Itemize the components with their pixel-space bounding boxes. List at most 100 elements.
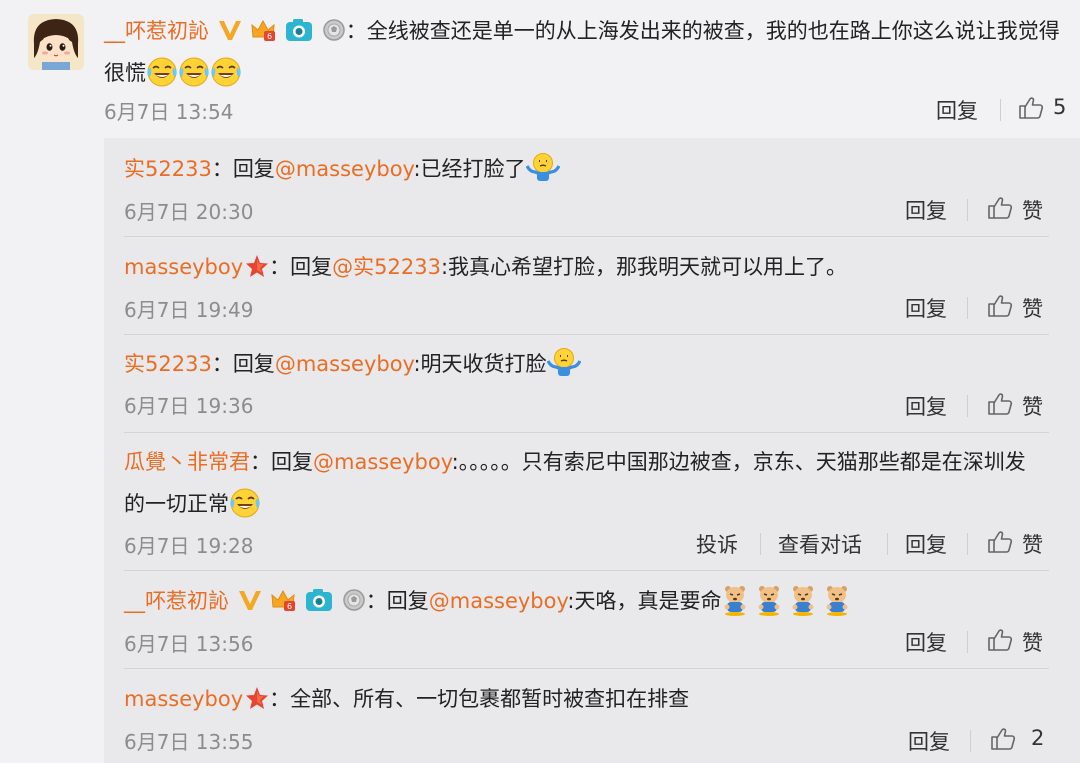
like-count[interactable]: 5 <box>1053 95 1066 119</box>
reply-button[interactable]: 回复 <box>905 627 947 657</box>
reply-prefix: 回复 <box>386 589 429 613</box>
reply-username[interactable]: __吥惹初訫 <box>124 589 229 613</box>
like-button[interactable]: 赞 <box>1022 391 1043 421</box>
divider <box>967 533 968 555</box>
view-conversation-button[interactable]: 查看对话 <box>778 529 862 559</box>
reply-time: 6月7日 13:55 <box>124 730 254 754</box>
reply-button[interactable]: 回复 <box>905 293 947 323</box>
replies-panel: 实52233：回复@masseyboy:已经打脸了 6月7日 20:30 回复 … <box>104 138 1080 763</box>
divider <box>970 730 971 752</box>
reply-text: __吥惹初訫 ：回复@masseyboy:天咯，真是要命 <box>124 580 1044 622</box>
reply-button[interactable]: 回复 <box>905 529 947 559</box>
avatar[interactable] <box>28 14 84 70</box>
reply-time: 6月7日 19:28 <box>124 534 254 558</box>
mention-link[interactable]: @实52233 <box>332 255 441 279</box>
like-thumb-icon[interactable] <box>987 196 1013 220</box>
like-thumb-icon[interactable] <box>1018 96 1044 120</box>
reply-prefix: 回复 <box>271 450 313 474</box>
like-button[interactable]: 赞 <box>1022 529 1043 559</box>
like-thumb-icon[interactable] <box>987 392 1013 416</box>
comment-thread: __吥惹初訫 ：全线被查还是单一的从上海发出来的被查，我的也在路上你这么说让我觉… <box>0 0 1080 763</box>
crown-level-icon[interactable] <box>250 18 276 42</box>
reply-text: masseyboy ：回复@实52233:我真心希望打脸，那我明天就可以用上了。 <box>124 246 1044 288</box>
reply-button[interactable]: 回复 <box>905 391 947 421</box>
laugh-cry-emoji-icon <box>146 56 178 88</box>
laugh-cry-emoji-icon <box>178 56 210 88</box>
like-thumb-icon[interactable] <box>987 530 1013 554</box>
vip-icon[interactable] <box>218 19 242 41</box>
mention-link[interactable]: @masseyboy <box>313 450 452 474</box>
like-thumb-icon[interactable] <box>987 294 1013 318</box>
divider <box>1000 99 1001 121</box>
reply-time: 6月7日 19:49 <box>124 298 254 322</box>
reply-text: 实52233：回复@masseyboy:已经打脸了 <box>124 148 1044 190</box>
separator-colon: ： <box>211 157 233 181</box>
divider-line <box>124 668 1049 669</box>
star-icon[interactable] <box>245 254 269 278</box>
shrug-emoji-icon <box>547 347 581 379</box>
reply-body: :已经打脸了 <box>413 157 526 181</box>
mention-link[interactable]: @masseyboy <box>429 589 568 613</box>
top-comment-text: __吥惹初訫 ：全线被查还是单一的从上海发出来的被查，我的也在路上你这么说让我觉… <box>104 10 1074 94</box>
camera-icon[interactable] <box>305 588 333 612</box>
separator-colon: ： <box>211 352 233 376</box>
report-button[interactable]: 投诉 <box>696 529 738 559</box>
like-count[interactable]: 2 <box>1031 726 1044 750</box>
like-button[interactable]: 赞 <box>1022 627 1043 657</box>
sad-bear-emoji-icon <box>789 584 817 616</box>
divider <box>967 199 968 221</box>
mention-link[interactable]: @masseyboy <box>275 352 414 376</box>
medal-icon[interactable] <box>342 588 366 612</box>
like-button[interactable]: 赞 <box>1022 293 1043 323</box>
reply-button[interactable]: 回复 <box>905 195 947 225</box>
reply-text: 瓜覺丶非常君：回复@masseyboy:。。。。。只有索尼中国那边被查，京东、天… <box>124 441 1044 525</box>
like-thumb-icon[interactable] <box>987 628 1013 652</box>
reply-time: 6月7日 19:36 <box>124 394 254 418</box>
reply-username[interactable]: masseyboy <box>124 255 243 279</box>
sad-bear-emoji-icon <box>755 584 783 616</box>
reply-prefix: 回复 <box>232 352 275 376</box>
camera-icon[interactable] <box>285 18 313 42</box>
divider-line <box>124 432 1049 433</box>
top-comment-body: 全线被查还是单一的从上海发出来的被查，我的也在路上你这么说让我觉得很慌 <box>104 19 1060 85</box>
divider-line <box>124 570 1049 571</box>
reply-username[interactable]: masseyboy <box>124 687 243 711</box>
top-comment-username[interactable]: __吥惹初訫 <box>104 19 209 43</box>
reply-body: :我真心希望打脸，那我明天就可以用上了。 <box>440 255 848 279</box>
reply-prefix: 回复 <box>290 255 333 279</box>
separator-colon: ： <box>250 450 271 474</box>
separator-colon: ： <box>365 589 387 613</box>
reply-body: :明天收货打脸 <box>413 352 547 376</box>
sad-bear-emoji-icon <box>823 584 851 616</box>
separator-colon: ： <box>345 19 367 43</box>
reply-body: :天咯，真是要命 <box>567 589 722 613</box>
reply-username[interactable]: 实52233 <box>124 352 212 376</box>
reply-time: 6月7日 13:56 <box>124 632 254 656</box>
reply-text: 实52233：回复@masseyboy:明天收货打脸 <box>124 343 1044 385</box>
avatar-image <box>28 14 84 70</box>
reply-username[interactable]: 实52233 <box>124 157 212 181</box>
top-comment-time: 6月7日 13:54 <box>104 100 234 124</box>
reply-body: 全部、所有、一切包裹都暂时被查扣在排查 <box>290 687 690 711</box>
like-button[interactable]: 赞 <box>1022 195 1043 225</box>
divider-line <box>124 334 1049 335</box>
reply-prefix: 回复 <box>232 157 275 181</box>
reply-time: 6月7日 20:30 <box>124 200 254 224</box>
like-thumb-icon[interactable] <box>990 727 1016 751</box>
star-icon[interactable] <box>245 686 269 710</box>
divider <box>887 533 888 555</box>
crown-level-icon[interactable] <box>270 588 296 612</box>
reply-button[interactable]: 回复 <box>936 95 978 125</box>
vip-icon[interactable] <box>238 589 262 611</box>
divider <box>967 297 968 319</box>
divider-line <box>124 236 1049 237</box>
divider <box>967 631 968 653</box>
medal-icon[interactable] <box>322 18 346 42</box>
reply-username[interactable]: 瓜覺丶非常君 <box>124 450 250 474</box>
separator-colon: ： <box>269 255 291 279</box>
divider <box>760 533 761 555</box>
reply-button[interactable]: 回复 <box>908 726 950 756</box>
laugh-cry-emoji-icon <box>210 56 242 88</box>
separator-colon: ： <box>269 687 291 711</box>
mention-link[interactable]: @masseyboy <box>275 157 414 181</box>
